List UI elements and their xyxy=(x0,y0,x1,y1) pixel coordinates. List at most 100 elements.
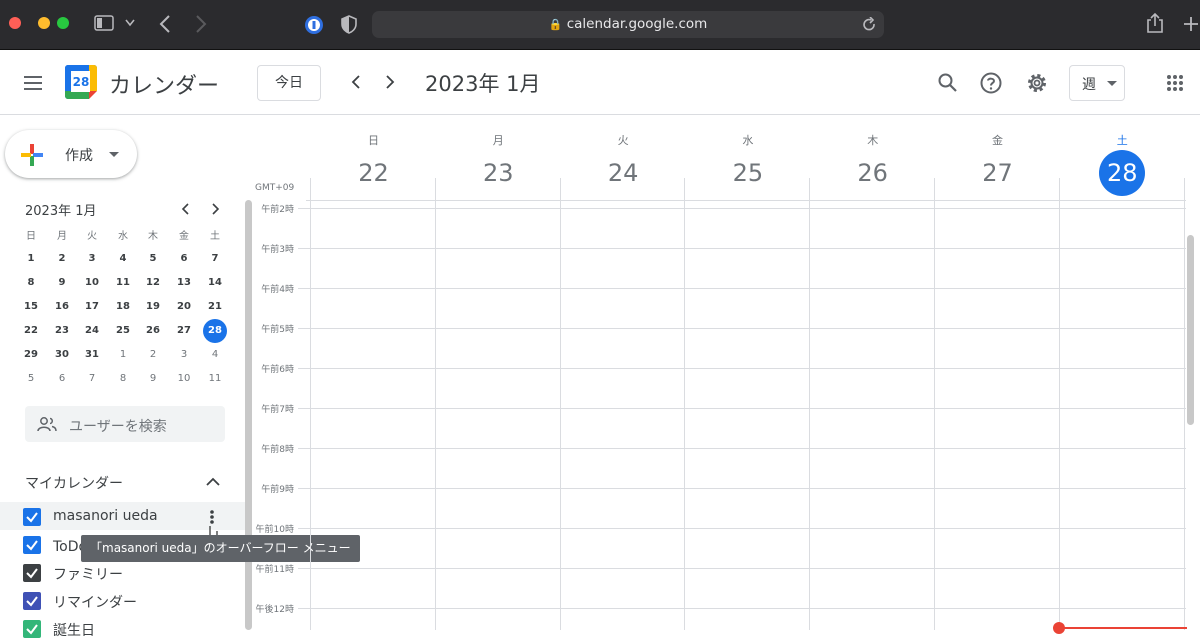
create-button[interactable]: 作成 xyxy=(5,130,137,178)
mini-day-cell[interactable]: 4 xyxy=(202,343,228,367)
mini-day-cell[interactable]: 18 xyxy=(110,295,136,319)
mini-day-cell[interactable]: 9 xyxy=(49,271,75,295)
mini-day-cell[interactable]: 8 xyxy=(110,367,136,391)
help-icon[interactable] xyxy=(979,71,1003,95)
day-date-number[interactable]: 26 xyxy=(810,150,935,196)
mini-day-cell[interactable]: 14 xyxy=(202,271,228,295)
hour-line xyxy=(298,568,1186,569)
day-column-divider xyxy=(1058,178,1060,630)
shield-icon[interactable] xyxy=(341,15,357,34)
mini-day-cell[interactable]: 25 xyxy=(110,319,136,343)
day-date-number[interactable]: 22 xyxy=(311,150,436,196)
day-date-number[interactable]: 23 xyxy=(436,150,561,196)
mini-day-cell[interactable]: 6 xyxy=(49,367,75,391)
mini-next-month-icon[interactable] xyxy=(210,203,220,215)
main-menu-button[interactable] xyxy=(20,67,52,99)
mini-day-cell[interactable]: 28 xyxy=(202,319,228,343)
next-period-icon[interactable] xyxy=(384,74,396,92)
mini-day-cell[interactable]: 11 xyxy=(202,367,228,391)
mini-day-cell[interactable]: 24 xyxy=(79,319,105,343)
minimize-window-button[interactable] xyxy=(38,17,50,29)
password-manager-icon[interactable] xyxy=(304,15,324,35)
mini-day-cell[interactable]: 7 xyxy=(202,247,228,271)
chevron-up-icon[interactable] xyxy=(206,477,220,486)
my-calendars-title[interactable]: マイカレンダー xyxy=(25,473,123,493)
mini-day-cell[interactable]: 4 xyxy=(110,247,136,271)
calendar-logo[interactable]: 28 xyxy=(65,65,97,99)
timezone-label: GMT+09 xyxy=(255,183,295,193)
zoom-window-button[interactable] xyxy=(57,17,69,29)
hour-line xyxy=(298,488,1186,489)
calendar-item[interactable]: リマインダー xyxy=(0,586,245,614)
day-date-number[interactable]: 24 xyxy=(561,150,686,196)
mini-day-cell[interactable]: 10 xyxy=(171,367,197,391)
mini-day-cell[interactable]: 5 xyxy=(140,247,166,271)
mini-day-cell[interactable]: 6 xyxy=(171,247,197,271)
calendar-item[interactable]: ファミリー xyxy=(0,558,245,586)
day-column-divider xyxy=(934,178,935,630)
address-bar[interactable]: 🔒 calendar.google.com xyxy=(372,11,884,38)
mini-day-cell[interactable]: 5 xyxy=(18,367,44,391)
previous-period-icon[interactable] xyxy=(350,74,362,92)
app-header: 28 カレンダー 今日 2023年 1月 週 xyxy=(0,51,1200,115)
calendar-checkbox[interactable] xyxy=(23,564,41,582)
mini-day-cell[interactable]: 2 xyxy=(140,343,166,367)
mini-prev-month-icon[interactable] xyxy=(181,203,191,215)
grid-scrollbar[interactable] xyxy=(1187,235,1194,425)
day-date-number[interactable]: 25 xyxy=(685,150,810,196)
search-people-placeholder: ユーザーを検索 xyxy=(69,419,167,435)
day-date-number[interactable]: 27 xyxy=(935,150,1060,196)
share-icon[interactable] xyxy=(1146,12,1164,34)
mini-day-cell[interactable]: 15 xyxy=(18,295,44,319)
mini-day-cell[interactable]: 3 xyxy=(79,247,105,271)
mini-day-cell[interactable]: 19 xyxy=(140,295,166,319)
search-people-field[interactable]: ユーザーを検索 xyxy=(25,406,225,442)
today-button[interactable]: 今日 xyxy=(257,65,321,101)
mini-day-cell[interactable]: 1 xyxy=(18,247,44,271)
chevron-down-icon[interactable] xyxy=(125,19,135,27)
mini-day-cell[interactable]: 11 xyxy=(110,271,136,295)
settings-gear-icon[interactable] xyxy=(1025,71,1049,95)
mini-day-cell[interactable]: 21 xyxy=(202,295,228,319)
mini-day-cell[interactable]: 16 xyxy=(49,295,75,319)
hour-label: 午前10時 xyxy=(255,525,294,535)
week-view: GMT+09 日 22 月 23 火 24 水 25 木 26 金 27 土 28 午前2時 午前3時 午前4… xyxy=(248,116,1200,634)
calendar-checkbox[interactable] xyxy=(23,620,41,638)
mini-day-cell[interactable]: 9 xyxy=(140,367,166,391)
mini-day-cell[interactable]: 2 xyxy=(49,247,75,271)
calendar-checkbox[interactable] xyxy=(23,592,41,610)
mini-day-cell[interactable]: 23 xyxy=(49,319,75,343)
forward-arrow-icon[interactable] xyxy=(194,14,208,34)
sidebar-toggle-icon[interactable] xyxy=(94,15,114,31)
mini-day-cell[interactable]: 27 xyxy=(171,319,197,343)
view-selector-label: 週 xyxy=(1082,77,1096,93)
mini-day-cell[interactable]: 29 xyxy=(18,343,44,367)
close-window-button[interactable] xyxy=(9,17,21,29)
calendar-checkbox[interactable] xyxy=(23,536,41,554)
mini-day-cell[interactable]: 22 xyxy=(18,319,44,343)
calendar-checkbox[interactable] xyxy=(23,508,41,526)
mini-day-cell[interactable]: 10 xyxy=(79,271,105,295)
day-date-number[interactable]: 28 xyxy=(1060,150,1185,196)
mini-day-cell[interactable]: 20 xyxy=(171,295,197,319)
mini-day-cell[interactable]: 12 xyxy=(140,271,166,295)
mini-day-cell[interactable]: 1 xyxy=(110,343,136,367)
apps-grid-icon[interactable] xyxy=(1166,74,1184,92)
mini-day-cell[interactable]: 26 xyxy=(140,319,166,343)
mini-day-cell[interactable]: 30 xyxy=(49,343,75,367)
hour-line xyxy=(298,288,1186,289)
mini-day-cell[interactable]: 7 xyxy=(79,367,105,391)
mini-day-cell[interactable]: 8 xyxy=(18,271,44,295)
mini-day-cell[interactable]: 17 xyxy=(79,295,105,319)
calendar-item[interactable]: 誕生日 xyxy=(0,614,245,642)
mini-calendar-title: 2023年 1月 xyxy=(25,204,97,219)
view-selector[interactable]: 週 xyxy=(1069,65,1125,101)
mini-day-cell[interactable]: 13 xyxy=(171,271,197,295)
mini-day-cell[interactable]: 31 xyxy=(79,343,105,367)
day-of-week-label: 土 xyxy=(1116,134,1128,147)
search-icon[interactable] xyxy=(936,71,960,95)
mini-day-cell[interactable]: 3 xyxy=(171,343,197,367)
reload-icon[interactable] xyxy=(862,17,876,32)
new-tab-icon[interactable] xyxy=(1183,16,1199,32)
back-arrow-icon[interactable] xyxy=(158,14,172,34)
